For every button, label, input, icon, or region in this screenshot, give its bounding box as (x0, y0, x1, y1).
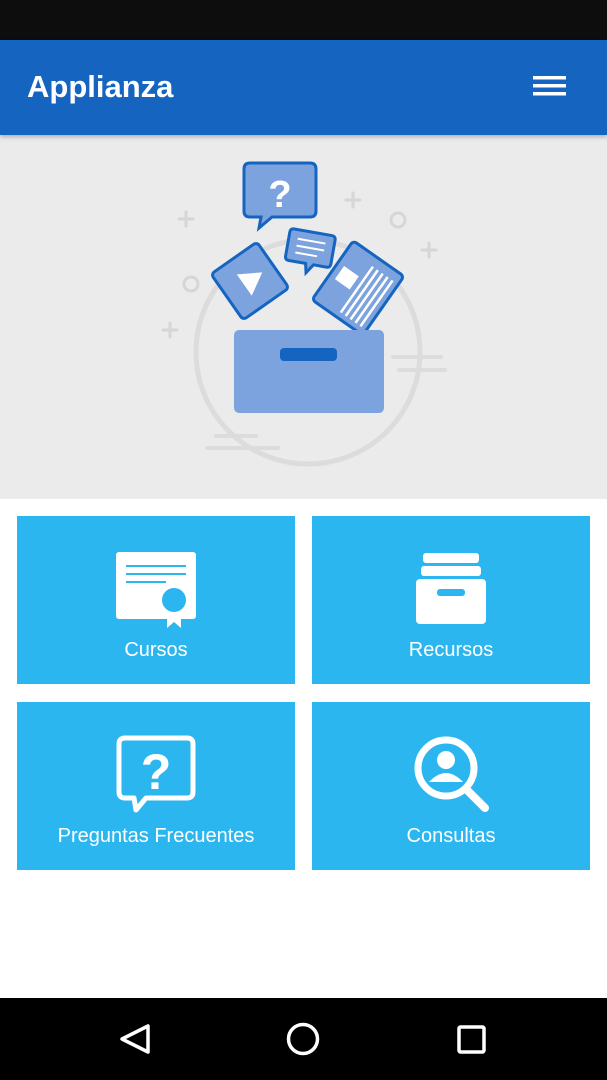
archive-box-icon (416, 553, 486, 624)
system-nav-bar (0, 998, 607, 1080)
svg-text:?: ? (141, 744, 172, 800)
back-button[interactable] (107, 1014, 163, 1064)
search-user-icon (414, 736, 489, 812)
tile-cursos-label: Cursos (124, 639, 188, 661)
recents-button[interactable] (443, 1014, 499, 1064)
question-bubble-icon: ? (116, 735, 196, 813)
tile-consultas[interactable]: Consultas (312, 702, 590, 870)
back-triangle-icon (120, 1024, 150, 1054)
tile-recursos-label: Recursos (408, 639, 494, 661)
certificate-icon (116, 552, 196, 628)
app-title: Applianza (27, 69, 174, 104)
app-bar: Applianza (0, 40, 607, 135)
recents-square-icon (457, 1025, 486, 1054)
hero-banner: ? (0, 135, 607, 499)
tile-preguntas-frecuentes[interactable]: ? Preguntas Frecuentes (17, 702, 295, 870)
hero-illustration: ? (161, 161, 447, 467)
tile-consultas-label: Consultas (406, 825, 496, 847)
hamburger-menu-icon (533, 76, 566, 96)
status-bar (0, 0, 607, 40)
svg-text:?: ? (268, 174, 291, 216)
tile-recursos[interactable]: Recursos (312, 516, 590, 684)
home-button[interactable] (275, 1014, 331, 1064)
tile-preguntas-frecuentes-label: Preguntas Frecuentes (57, 825, 255, 847)
home-circle-icon (286, 1022, 320, 1056)
tile-cursos[interactable]: Cursos (17, 516, 295, 684)
menu-button[interactable] (526, 66, 572, 110)
